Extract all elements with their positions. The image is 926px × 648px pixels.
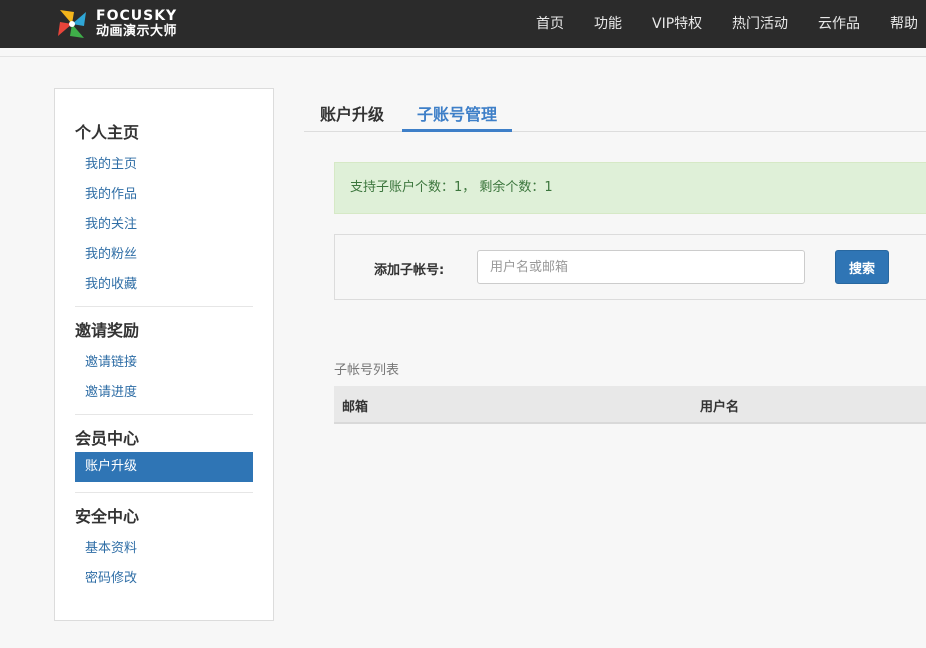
sidebar-section-invite: 邀请奖励 xyxy=(75,321,140,340)
column-header-username: 用户名 xyxy=(700,400,740,415)
sidebar-divider xyxy=(75,414,253,415)
sidebar-item-my-works[interactable]: 我的作品 xyxy=(85,183,137,202)
add-sub-account-panel: 添加子帐号: 搜索 xyxy=(334,234,926,300)
nav-vip[interactable]: VIP特权 xyxy=(652,0,702,48)
nav-events[interactable]: 热门活动 xyxy=(732,0,788,48)
sidebar-section-membership: 会员中心 xyxy=(75,429,140,448)
sub-account-search-input[interactable] xyxy=(477,250,805,284)
sidebar-divider xyxy=(75,492,253,493)
sub-account-table-header: 邮箱 用户名 xyxy=(334,386,926,424)
sidebar-item-invite-progress[interactable]: 邀请进度 xyxy=(85,381,137,400)
sidebar: 个人主页 我的主页 我的作品 我的关注 我的粉丝 我的收藏 邀请奖励 邀请链接 … xyxy=(54,88,274,621)
quota-alert-text: 支持子账户个数：1， 剩余个数：1 xyxy=(350,180,553,195)
focusky-logo-icon[interactable] xyxy=(54,6,90,42)
sidebar-item-my-home[interactable]: 我的主页 xyxy=(85,153,137,172)
sub-account-list-title: 子帐号列表 xyxy=(334,363,400,378)
tabs-divider xyxy=(304,131,926,132)
brand-logo-text[interactable]: FOCUSKY 动画演示大师 xyxy=(96,8,177,40)
sidebar-item-change-password[interactable]: 密码修改 xyxy=(85,567,137,586)
sidebar-section-profile: 个人主页 xyxy=(75,123,140,142)
nav-help[interactable]: 帮助 xyxy=(890,0,918,48)
nav-cloud-works[interactable]: 云作品 xyxy=(818,0,860,48)
nav-home[interactable]: 首页 xyxy=(536,0,564,48)
add-sub-account-label: 添加子帐号: xyxy=(374,263,445,278)
sidebar-item-my-favorites[interactable]: 我的收藏 xyxy=(85,273,137,292)
header-divider xyxy=(0,56,926,57)
sidebar-item-my-following[interactable]: 我的关注 xyxy=(85,213,137,232)
tab-account-upgrade[interactable]: 账户升级 xyxy=(320,101,384,125)
sub-account-quota-alert: 支持子账户个数：1， 剩余个数：1 xyxy=(334,162,926,214)
sidebar-section-security: 安全中心 xyxy=(75,507,140,526)
brand-name-cn: 动画演示大师 xyxy=(96,24,178,39)
search-button[interactable]: 搜索 xyxy=(835,250,889,284)
tab-active-indicator xyxy=(402,129,512,132)
top-navbar: FOCUSKY 动画演示大师 首页 功能 VIP特权 热门活动 云作品 帮助 xyxy=(0,0,926,48)
tab-sub-account-management[interactable]: 子账号管理 xyxy=(417,101,497,125)
brand-name-en: FOCUSKY xyxy=(96,8,178,24)
sidebar-item-my-fans[interactable]: 我的粉丝 xyxy=(85,243,137,262)
column-header-email: 邮箱 xyxy=(342,400,369,415)
sidebar-item-basic-info[interactable]: 基本资料 xyxy=(85,537,137,556)
sidebar-item-account-upgrade[interactable]: 账户升级 xyxy=(75,452,253,482)
sidebar-item-invite-link[interactable]: 邀请链接 xyxy=(85,351,137,370)
nav-features[interactable]: 功能 xyxy=(594,0,622,48)
sidebar-divider xyxy=(75,306,253,307)
